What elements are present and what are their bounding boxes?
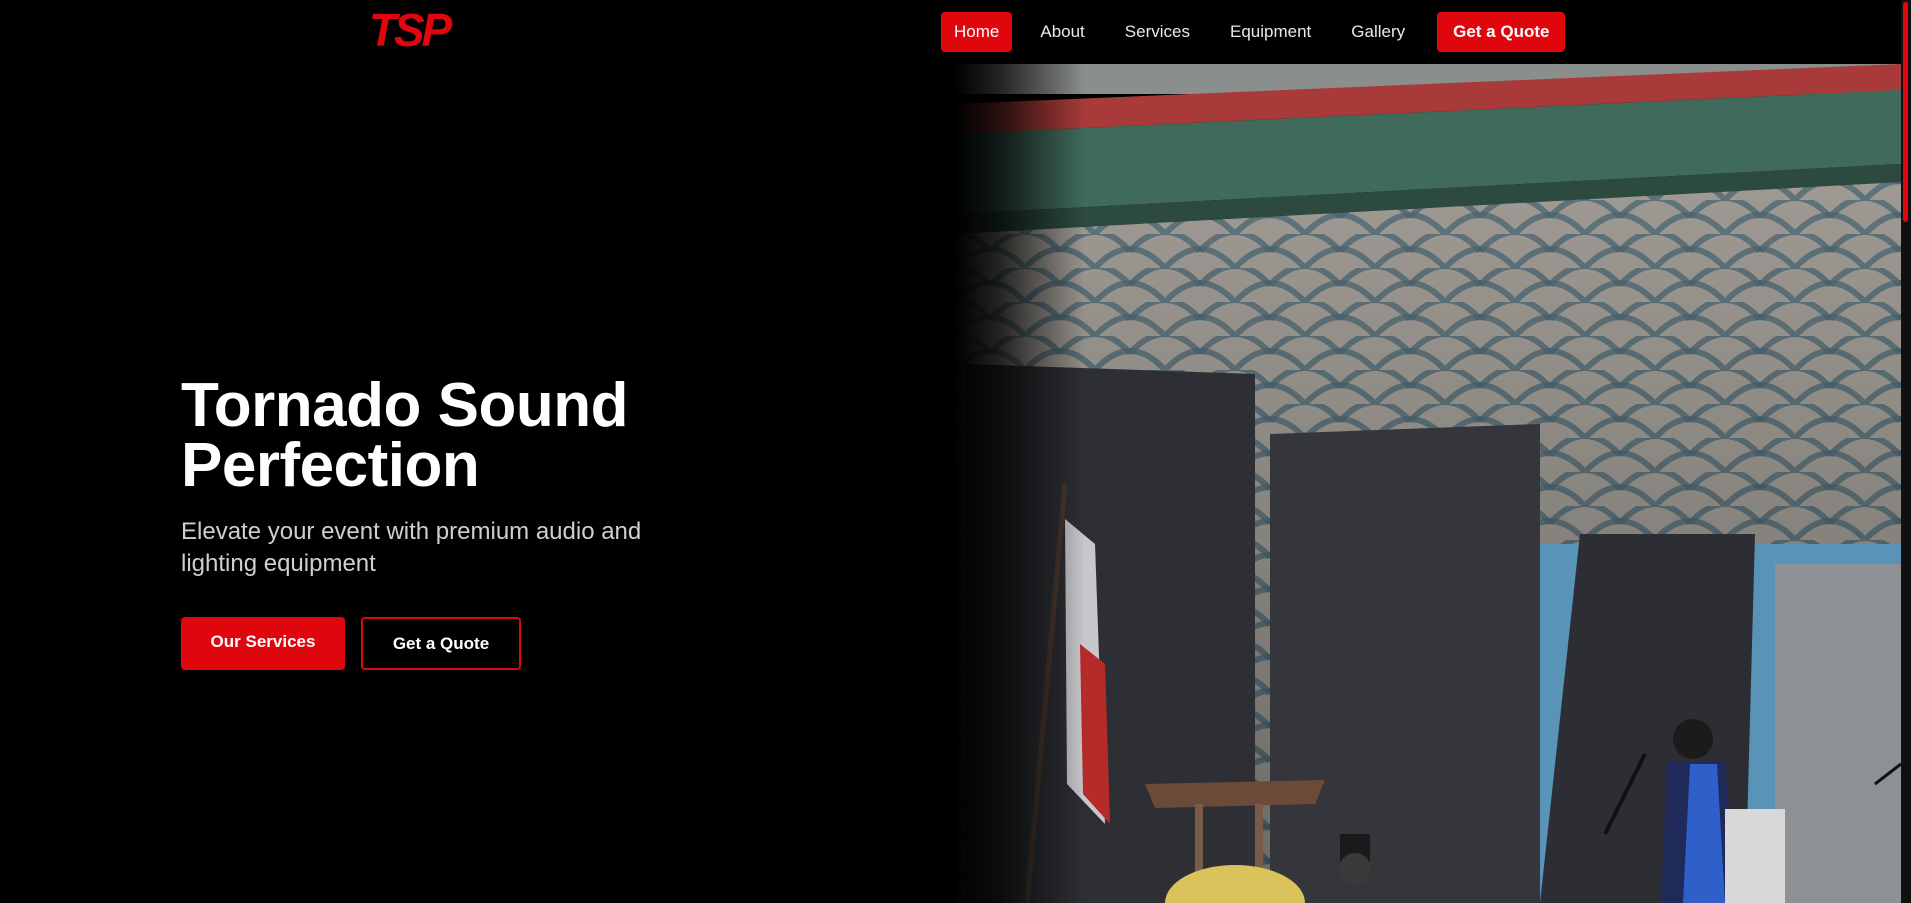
nav-services[interactable]: Services	[1113, 12, 1202, 52]
tsp-logo[interactable]: TSP	[340, 8, 478, 52]
hero-stage-image	[955, 64, 1901, 903]
nav-equipment[interactable]: Equipment	[1218, 12, 1323, 52]
hero-title-line-1: Tornado Sound	[181, 371, 628, 440]
nav-about[interactable]: About	[1028, 12, 1096, 52]
get-quote-button[interactable]: Get a Quote	[361, 617, 521, 670]
nav-get-quote-button[interactable]: Get a Quote	[1437, 12, 1566, 52]
svg-text:TSP: TSP	[369, 8, 453, 52]
page-scrollbar[interactable]	[1901, 0, 1911, 903]
hero-subtitle: Elevate your event with premium audio an…	[181, 518, 642, 577]
main-nav: Home About Services Equipment Gallery Ge…	[941, 12, 1566, 52]
hero-content: Tornado Sound Perfection Elevate your ev…	[181, 375, 801, 670]
hero-image-fade	[955, 64, 1085, 903]
nav-gallery[interactable]: Gallery	[1339, 12, 1417, 52]
hero-button-group: Our Services Get a Quote	[181, 617, 801, 670]
our-services-button[interactable]: Our Services	[181, 617, 345, 670]
nav-home[interactable]: Home	[941, 12, 1013, 52]
scrollbar-thumb[interactable]	[1903, 2, 1908, 222]
page: TSP Home About Services Equipment Galler…	[0, 0, 1911, 903]
hero-title-line-2: Perfection	[181, 431, 480, 500]
site-header: TSP Home About Services Equipment Galler…	[0, 0, 1901, 64]
hero-title: Tornado Sound Perfection	[181, 375, 801, 497]
